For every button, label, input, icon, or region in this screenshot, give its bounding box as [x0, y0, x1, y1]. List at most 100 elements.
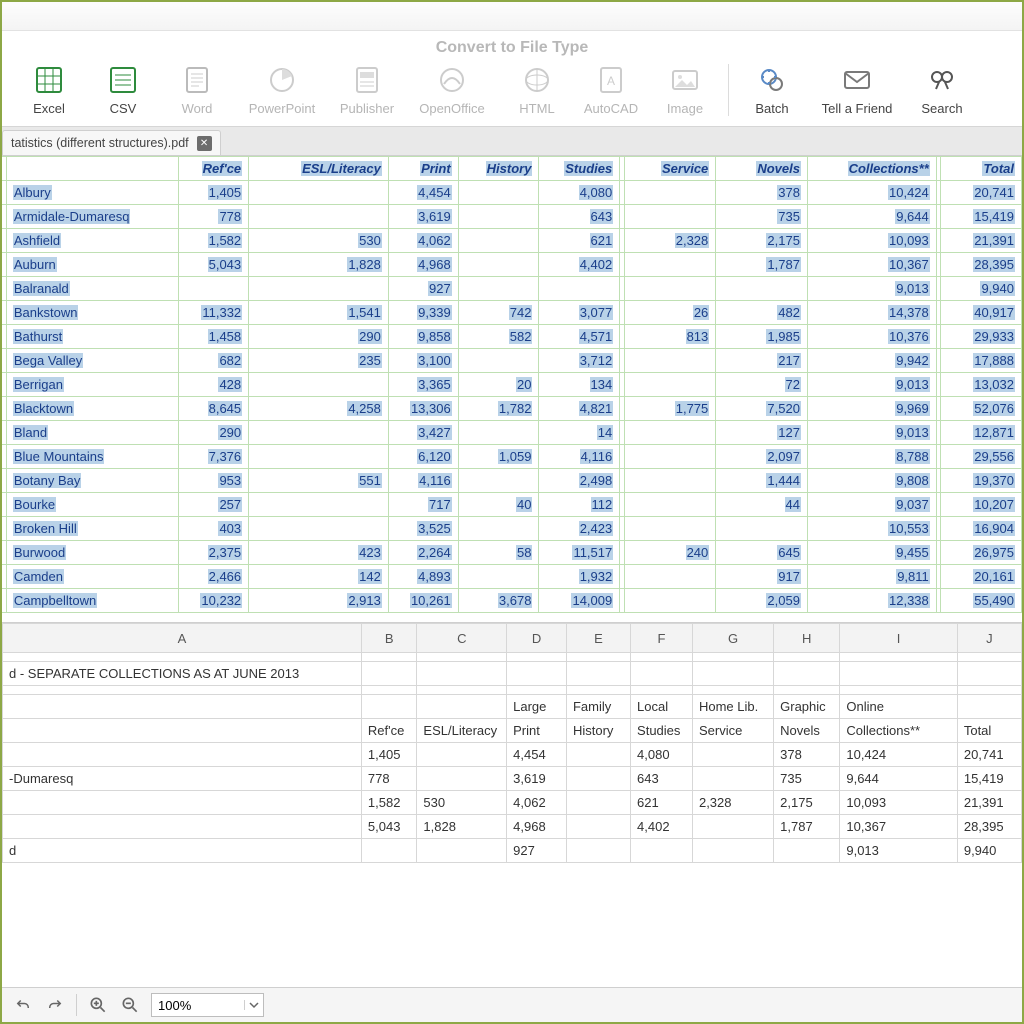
cell[interactable]: [417, 743, 507, 767]
cell[interactable]: Home Lib.: [692, 695, 773, 719]
cell[interactable]: [417, 686, 507, 695]
cell[interactable]: [566, 653, 630, 662]
column-letter[interactable]: A: [3, 624, 362, 653]
cell[interactable]: [840, 662, 957, 686]
cell[interactable]: [361, 839, 417, 863]
cell[interactable]: 10,424: [840, 743, 957, 767]
chevron-down-icon[interactable]: [244, 1000, 263, 1010]
cell[interactable]: [774, 653, 840, 662]
cell[interactable]: 3,619: [507, 767, 567, 791]
cell[interactable]: Local: [631, 695, 693, 719]
cell[interactable]: 378: [774, 743, 840, 767]
pdf-preview-pane[interactable]: Ref'ceESL/LiteracyPrintHistoryStudiesSer…: [2, 156, 1022, 623]
cell[interactable]: [692, 662, 773, 686]
cell[interactable]: [361, 662, 417, 686]
cell[interactable]: [957, 662, 1021, 686]
toolbar-search-button[interactable]: Search: [905, 63, 979, 116]
cell[interactable]: 643: [631, 767, 693, 791]
cell[interactable]: 2,175: [774, 791, 840, 815]
cell[interactable]: [3, 719, 362, 743]
cell[interactable]: [692, 767, 773, 791]
cell[interactable]: 10,367: [840, 815, 957, 839]
cell[interactable]: 4,454: [507, 743, 567, 767]
cell[interactable]: 1,787: [774, 815, 840, 839]
cell[interactable]: [417, 662, 507, 686]
column-letter[interactable]: E: [566, 624, 630, 653]
cell[interactable]: [840, 653, 957, 662]
toolbar-tell-button[interactable]: Tell a Friend: [809, 63, 905, 116]
cell[interactable]: [566, 815, 630, 839]
cell[interactable]: Studies: [631, 719, 693, 743]
cell[interactable]: 9,644: [840, 767, 957, 791]
cell[interactable]: 21,391: [957, 791, 1021, 815]
cell[interactable]: [3, 791, 362, 815]
cell[interactable]: Ref'ce: [361, 719, 417, 743]
cell[interactable]: Large: [507, 695, 567, 719]
cell[interactable]: 4,402: [631, 815, 693, 839]
cell[interactable]: History: [566, 719, 630, 743]
toolbar-excel-button[interactable]: Excel: [12, 63, 86, 116]
cell[interactable]: 927: [507, 839, 567, 863]
cell[interactable]: [957, 695, 1021, 719]
cell[interactable]: 9,940: [957, 839, 1021, 863]
cell[interactable]: Family: [566, 695, 630, 719]
cell[interactable]: [566, 839, 630, 863]
zoom-in-button[interactable]: [87, 994, 109, 1016]
close-icon[interactable]: ✕: [197, 136, 212, 151]
zoom-combo[interactable]: [151, 993, 264, 1017]
cell[interactable]: 9,013: [840, 839, 957, 863]
document-tab[interactable]: tatistics (different structures).pdf ✕: [2, 130, 221, 155]
column-letter[interactable]: H: [774, 624, 840, 653]
cell[interactable]: 1,582: [361, 791, 417, 815]
column-letter[interactable]: F: [631, 624, 693, 653]
cell[interactable]: [3, 695, 362, 719]
cell[interactable]: [840, 686, 957, 695]
cell[interactable]: [3, 815, 362, 839]
cell[interactable]: [692, 686, 773, 695]
cell[interactable]: Print: [507, 719, 567, 743]
cell[interactable]: [566, 767, 630, 791]
cell[interactable]: [3, 653, 362, 662]
spreadsheet-preview-pane[interactable]: ABCDEFGHIJ d - SEPARATE COLLECTIONS AS A…: [2, 623, 1022, 913]
cell[interactable]: 1,405: [361, 743, 417, 767]
cell[interactable]: [507, 662, 567, 686]
cell[interactable]: [566, 743, 630, 767]
cell[interactable]: Service: [692, 719, 773, 743]
cell[interactable]: Novels: [774, 719, 840, 743]
cell[interactable]: [361, 695, 417, 719]
cell[interactable]: [417, 653, 507, 662]
cell[interactable]: 4,968: [507, 815, 567, 839]
cell[interactable]: [631, 653, 693, 662]
cell[interactable]: 735: [774, 767, 840, 791]
cell[interactable]: ESL/Literacy: [417, 719, 507, 743]
cell[interactable]: [774, 662, 840, 686]
cell[interactable]: 1,828: [417, 815, 507, 839]
cell[interactable]: [631, 839, 693, 863]
column-letter[interactable]: C: [417, 624, 507, 653]
cell[interactable]: [361, 686, 417, 695]
cell[interactable]: [774, 686, 840, 695]
cell[interactable]: 10,093: [840, 791, 957, 815]
redo-button[interactable]: [44, 994, 66, 1016]
toolbar-csv-button[interactable]: CSV: [86, 63, 160, 116]
cell[interactable]: 4,080: [631, 743, 693, 767]
zoom-out-button[interactable]: [119, 994, 141, 1016]
cell[interactable]: [507, 653, 567, 662]
cell[interactable]: 4,062: [507, 791, 567, 815]
column-letter[interactable]: B: [361, 624, 417, 653]
column-letter[interactable]: I: [840, 624, 957, 653]
cell[interactable]: -Dumaresq: [3, 767, 362, 791]
cell[interactable]: [417, 839, 507, 863]
cell[interactable]: [566, 686, 630, 695]
cell[interactable]: [774, 839, 840, 863]
cell[interactable]: [692, 653, 773, 662]
cell[interactable]: [361, 653, 417, 662]
cell[interactable]: [631, 662, 693, 686]
cell[interactable]: [957, 686, 1021, 695]
cell[interactable]: 20,741: [957, 743, 1021, 767]
cell[interactable]: [692, 743, 773, 767]
cell[interactable]: [957, 653, 1021, 662]
cell[interactable]: [566, 791, 630, 815]
undo-button[interactable]: [12, 994, 34, 1016]
cell[interactable]: [417, 695, 507, 719]
